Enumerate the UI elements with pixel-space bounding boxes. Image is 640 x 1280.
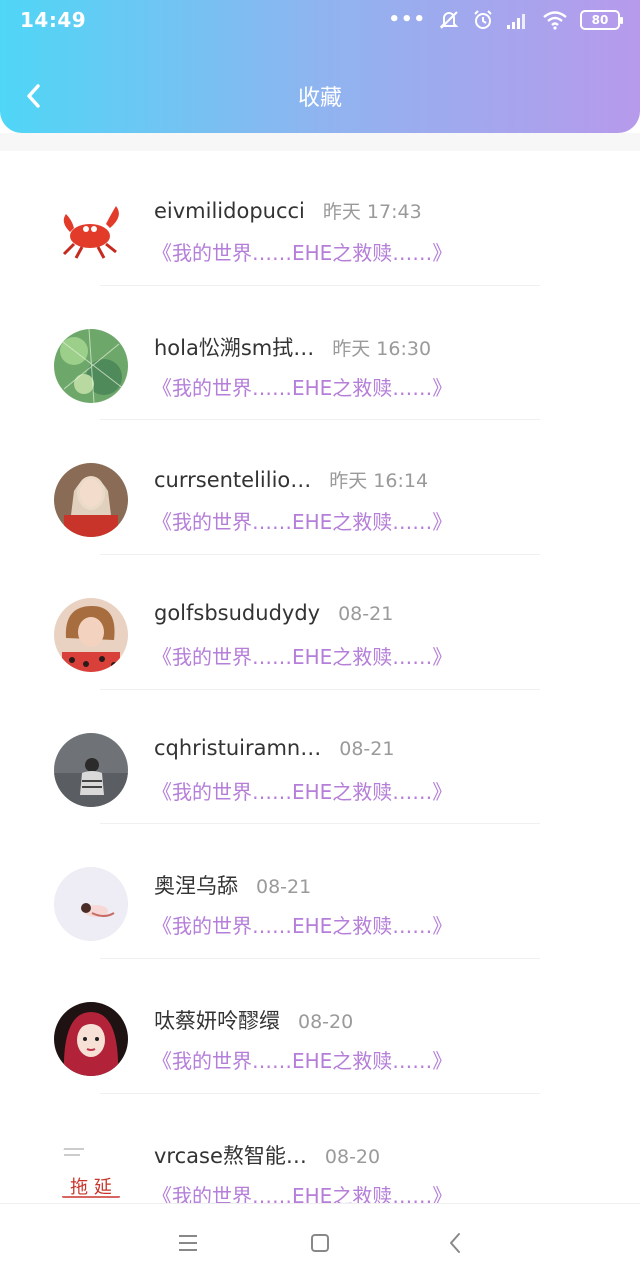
item-time: 昨天 17:43 — [322, 201, 422, 223]
list-item[interactable]: 拖 延 vrcase熬智能… 08-20 《我的世界……EHE之救赎……》 — [0, 1094, 640, 1203]
item-subtitle[interactable]: 《我的世界……EHE之救赎……》 — [152, 776, 452, 805]
avatar[interactable] — [54, 463, 128, 538]
battery-icon: 80 — [580, 10, 623, 30]
list-item[interactable]: 奥涅乌舔 08-21 《我的世界……EHE之救赎……》 — [0, 824, 640, 960]
avatar[interactable]: 拖 延 — [54, 1136, 128, 1203]
item-name: 奥涅乌舔 — [154, 874, 238, 899]
header-spacer — [0, 133, 640, 151]
item-subtitle[interactable]: 《我的世界……EHE之救赎……》 — [152, 641, 452, 670]
home-button[interactable] — [305, 1228, 335, 1258]
item-name: eivmilidopucci — [154, 199, 305, 223]
status-time: 14:49 — [20, 8, 87, 32]
item-subtitle[interactable]: 《我的世界……EHE之救赎……》 — [152, 1045, 452, 1074]
avatar[interactable] — [54, 194, 128, 268]
item-subtitle[interactable]: 《我的世界……EHE之救赎……》 — [152, 506, 452, 535]
alarm-icon — [474, 10, 492, 29]
mute-icon — [439, 11, 459, 29]
list-item[interactable]: currsentelilio… 昨天 16:14 《我的世界……EHE之救赎……… — [0, 420, 640, 556]
square-icon — [311, 1234, 329, 1252]
signal-icon — [507, 14, 525, 29]
item-subtitle[interactable]: 《我的世界……EHE之救赎……》 — [152, 910, 452, 939]
item-name: 呔蔡妍呤醪缳 — [154, 1009, 280, 1034]
item-name: golfsbsududydy — [154, 601, 321, 626]
avatar[interactable] — [54, 328, 128, 403]
status-icons: ••• 80 — [388, 8, 623, 32]
item-time: 08-20 — [324, 1145, 381, 1168]
item-name: hola忪溯sm拭… — [154, 335, 315, 360]
header-bar: 14:49 ••• 80 收藏 — [0, 0, 640, 133]
list-item[interactable]: 呔蔡妍呤醪缳 08-20 《我的世界……EHE之救赎……》 — [0, 959, 640, 1094]
wifi-icon — [543, 11, 567, 30]
favorites-list: eivmilidopucci 昨天 17:43 《我的世界……EHE之救赎……》… — [0, 151, 640, 1203]
item-name: vrcase熬智能… — [154, 1143, 307, 1168]
chevron-left-icon — [450, 1233, 460, 1253]
item-time: 08-21 — [338, 603, 394, 626]
avatar[interactable] — [54, 867, 128, 942]
page-title: 收藏 — [297, 86, 342, 111]
list-item[interactable]: golfsbsududydy 08-21 《我的世界……EHE之救赎……》 — [0, 555, 640, 690]
item-time: 昨天 16:30 — [332, 337, 432, 360]
item-name: cqhristuiramn… — [154, 735, 322, 760]
item-time: 08-20 — [298, 1011, 354, 1034]
more-dots-icon: ••• — [388, 9, 426, 30]
item-name: currsentelilio… — [154, 468, 312, 493]
menu-icon — [179, 1235, 197, 1251]
item-time: 08-21 — [256, 876, 312, 899]
list-item[interactable]: eivmilidopucci 昨天 17:43 《我的世界……EHE之救赎……》 — [0, 151, 640, 286]
system-back-button[interactable] — [440, 1228, 470, 1258]
recents-button[interactable] — [173, 1228, 203, 1258]
battery-level: 80 — [591, 13, 609, 27]
avatar[interactable] — [54, 732, 128, 807]
item-subtitle[interactable]: 《我的世界……EHE之救赎……》 — [152, 372, 452, 401]
avatar[interactable] — [54, 1002, 128, 1077]
system-nav-bar — [0, 1203, 640, 1280]
item-time: 昨天 16:14 — [329, 470, 429, 493]
item-subtitle[interactable]: 《我的世界……EHE之救赎……》 — [152, 1180, 452, 1203]
status-bar: 14:49 ••• 80 — [0, 0, 640, 40]
avatar[interactable] — [54, 598, 128, 673]
list-item[interactable]: hola忪溯sm拭… 昨天 16:30 《我的世界……EHE之救赎……》 — [0, 286, 640, 421]
list-item[interactable]: cqhristuiramn… 08-21 《我的世界……EHE之救赎……》 — [0, 690, 640, 825]
item-subtitle[interactable]: 《我的世界……EHE之救赎……》 — [152, 237, 452, 266]
avatar-calligraphy: 拖 延 — [70, 1177, 112, 1198]
item-time: 08-21 — [339, 737, 395, 760]
